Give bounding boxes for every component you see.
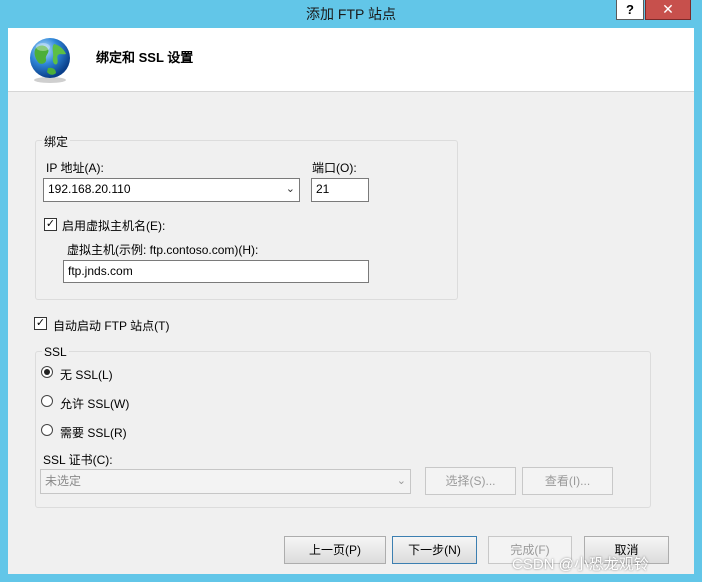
vhost-checkbox[interactable]: ✓ (44, 218, 57, 231)
ssl-cert-select[interactable]: 未选定 ⌄ (40, 469, 411, 494)
next-button[interactable]: 下一步(N) (392, 536, 477, 564)
radio-allow-ssl[interactable] (41, 395, 53, 407)
watermark: CSDN @小恐龙观铃 (512, 556, 649, 573)
select-cert-button[interactable]: 选择(S)... (425, 467, 516, 495)
ssl-group-label: SSL (42, 345, 69, 359)
ip-address-value: 192.168.20.110 (48, 182, 131, 196)
port-label: 端口(O): (312, 161, 357, 175)
radio-require-ssl[interactable] (41, 424, 53, 436)
chevron-down-icon: ⌄ (285, 183, 295, 195)
vhost-checkbox-label: 启用虚拟主机名(E): (62, 219, 166, 233)
radio-allow-ssl-label: 允许 SSL(W) (60, 397, 130, 411)
help-button[interactable]: ? (616, 0, 644, 20)
vhost-input[interactable]: ftp.jnds.com (63, 260, 369, 283)
binding-group-label: 绑定 (42, 133, 71, 150)
autostart-label: 自动启动 FTP 站点(T) (53, 319, 170, 333)
page-title: 绑定和 SSL 设置 (96, 50, 194, 65)
port-input[interactable]: 21 (311, 178, 369, 202)
window-title: 添加 FTP 站点 (306, 6, 396, 22)
radio-no-ssl[interactable] (41, 366, 53, 378)
ip-address-select[interactable]: 192.168.20.110 ⌄ (43, 178, 300, 202)
view-cert-button[interactable]: 查看(I)... (522, 467, 613, 495)
previous-button[interactable]: 上一页(P) (284, 536, 386, 564)
ssl-cert-label: SSL 证书(C): (43, 453, 113, 467)
ip-address-label: IP 地址(A): (46, 161, 104, 175)
ssl-cert-value: 未选定 (45, 474, 82, 488)
radio-no-ssl-label: 无 SSL(L) (60, 368, 113, 382)
vhost-hint-label: 虚拟主机(示例: ftp.contoso.com)(H): (67, 243, 259, 257)
chevron-down-icon: ⌄ (396, 475, 406, 487)
autostart-checkbox[interactable]: ✓ (34, 317, 47, 330)
globe-icon (26, 36, 74, 84)
close-button[interactable]: ✕ (645, 0, 691, 20)
radio-require-ssl-label: 需要 SSL(R) (60, 426, 127, 440)
